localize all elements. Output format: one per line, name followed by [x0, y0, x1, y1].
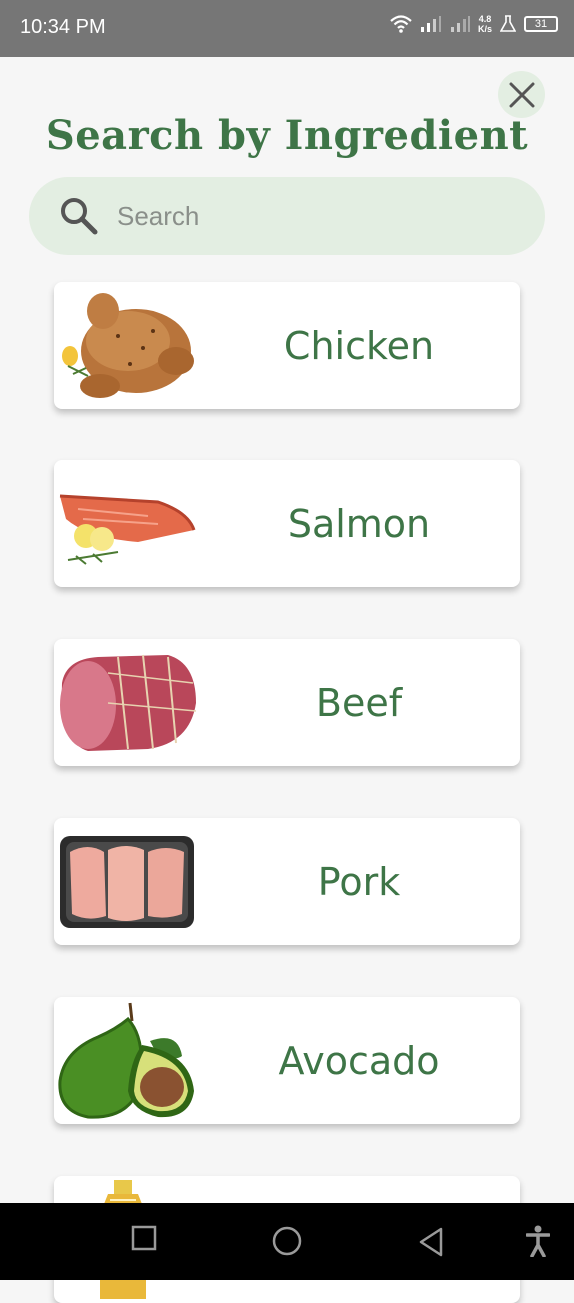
net-speed-unit: K/s — [477, 24, 492, 34]
status-bar: 10:34 PM 4.8 K/s 31 — [0, 0, 574, 57]
page-title: Search by Ingredient — [45, 112, 529, 159]
avocado-image — [58, 1002, 194, 1119]
pork-image — [60, 836, 194, 928]
ingredient-card-salmon[interactable]: Salmon — [54, 460, 520, 587]
ingredient-label: Avocado — [278, 1038, 440, 1083]
search-input[interactable] — [117, 199, 517, 233]
ingredient-label: Salmon — [287, 501, 431, 546]
ingredient-label: Pork — [317, 859, 401, 904]
accessibility-icon[interactable] — [526, 1225, 550, 1257]
salmon-image — [59, 494, 196, 565]
net-speed-value: 4.8 — [478, 14, 492, 24]
signal-icon-2 — [450, 16, 470, 32]
ingredient-label: Chicken — [283, 323, 435, 368]
close-button[interactable] — [498, 71, 545, 118]
battery-indicator: 31 — [524, 16, 558, 32]
search-icon — [61, 198, 98, 235]
chicken-image — [62, 293, 194, 398]
wifi-icon — [390, 15, 412, 33]
ingredient-card-chicken[interactable]: Chicken — [54, 282, 520, 409]
recents-icon[interactable] — [131, 1225, 157, 1251]
ingredient-card-beef[interactable]: Beef — [54, 639, 520, 766]
back-icon[interactable] — [418, 1227, 444, 1257]
close-icon — [509, 82, 534, 107]
ingredient-card-avocado[interactable]: Avocado — [54, 997, 520, 1124]
status-time: 10:34 PM — [20, 16, 106, 38]
ingredient-card-pork[interactable]: Pork — [54, 818, 520, 945]
status-icons: 4.8 K/s 31 — [390, 14, 558, 34]
ingredient-label: Beef — [315, 680, 403, 725]
beef-image — [60, 654, 197, 751]
search-bar[interactable] — [29, 177, 545, 255]
flask-icon — [500, 15, 516, 32]
home-icon[interactable] — [272, 1226, 302, 1256]
signal-icon — [420, 16, 441, 32]
system-nav-bar — [0, 1203, 574, 1280]
net-speed: 4.8 K/s — [478, 14, 492, 34]
